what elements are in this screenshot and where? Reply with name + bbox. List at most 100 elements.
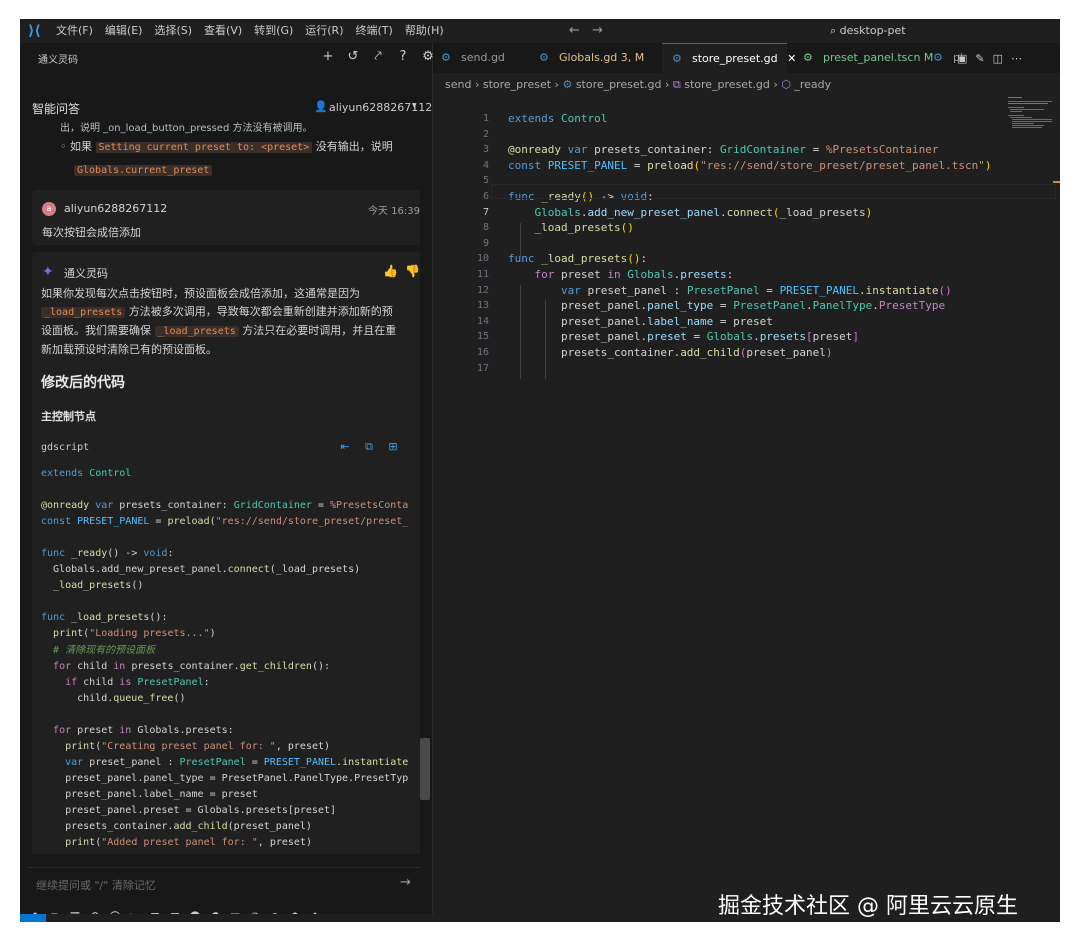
breadcrumb-item[interactable]: store_preset.gd bbox=[684, 78, 770, 91]
line-number: 4 bbox=[482, 159, 489, 171]
copy-icon[interactable]: ⧉ bbox=[363, 440, 375, 454]
code-line: preset_panel.label_name = preset bbox=[508, 314, 773, 328]
tab-label: send.gd bbox=[461, 51, 505, 64]
breadcrumb-item[interactable]: store_preset.gd bbox=[576, 78, 662, 91]
minimap-line bbox=[1008, 97, 1022, 98]
new-chat-icon[interactable]: + bbox=[320, 48, 336, 66]
minimap-line bbox=[1012, 121, 1052, 122]
message-time: 今天 16:39 bbox=[368, 206, 420, 217]
remote-indicator[interactable] bbox=[20, 914, 46, 922]
tab-preset-panel-tscn[interactable]: ⚙ preset_panel.tscn M bbox=[803, 43, 933, 73]
line-number: 7 bbox=[482, 206, 489, 218]
minimap-line bbox=[1012, 119, 1052, 120]
chat-scrollbar[interactable] bbox=[420, 738, 430, 800]
godot-file-icon: ⚙ bbox=[441, 51, 451, 64]
split-editor-icon[interactable]: ◫ bbox=[993, 52, 1003, 65]
answer-subheading: 主控制节点 bbox=[41, 410, 96, 423]
back-arrow-icon[interactable]: ← bbox=[569, 19, 580, 43]
code-line: for preset in Globals.presets: bbox=[534, 268, 734, 281]
line-number: 12 bbox=[476, 284, 489, 296]
panel-header: 通义灵码 + ↺ ⤤ ? ⚙ bbox=[20, 43, 434, 73]
breadcrumb-item[interactable]: send bbox=[445, 78, 471, 91]
current-line-highlight bbox=[491, 184, 1056, 199]
tab-label: store_preset.gd bbox=[692, 52, 778, 65]
chevron-right-icon: › bbox=[474, 78, 480, 91]
inline-code: _load_presets bbox=[41, 307, 126, 318]
previous-answer-line: 出，说明 _on_load_button_pressed 方法没有被调用。 bbox=[60, 123, 313, 134]
chevron-down-icon[interactable]: ▾ bbox=[412, 101, 417, 111]
assistant-message: ✦ 通义灵码 👍 👎 如果你发现每次点击按钮时，预设面板会成倍添加，这通常是因为… bbox=[32, 252, 420, 854]
insert-code-icon[interactable]: ⇤ bbox=[339, 440, 351, 454]
tab-globals-gd[interactable]: ⚙ Globals.gd 3, M bbox=[539, 43, 644, 73]
menu-file[interactable]: 文件(F) bbox=[56, 19, 93, 43]
panel-title: 通义灵码 bbox=[38, 55, 78, 66]
forward-arrow-icon[interactable]: → bbox=[592, 19, 603, 43]
vscode-window: ⟩⟨ 文件(F) 编辑(E) 选择(S) 查看(V) 转到(G) 运行(R) 终… bbox=[20, 19, 1060, 922]
watermark: 掘金技术社区 @ 阿里云云原生 bbox=[718, 894, 1018, 919]
more-actions-icon[interactable]: ⋯ bbox=[1011, 52, 1022, 65]
menu-help[interactable]: 帮助(H) bbox=[405, 19, 444, 43]
code-line: preset_panel.panel_type = PresetPanel.Pa… bbox=[508, 299, 946, 313]
menu-edit[interactable]: 编辑(E) bbox=[105, 19, 143, 43]
godot-file-icon: ⚙ bbox=[933, 51, 943, 64]
previous-answer-tail: 出，说明 _on_load_button_pressed 方法没有被调用。 ◦ … bbox=[20, 119, 420, 187]
menu-terminal[interactable]: 终端(T) bbox=[356, 19, 393, 43]
line-number: 17 bbox=[476, 362, 489, 374]
tongyi-logo-icon: ✦ bbox=[42, 264, 54, 280]
bullet-icon: ◦ bbox=[60, 140, 67, 153]
tab-label: preset_panel.tscn bbox=[823, 51, 921, 64]
code-block[interactable]: extends Control @onready var presets_con… bbox=[41, 466, 417, 851]
close-icon[interactable]: ✕ bbox=[787, 52, 796, 65]
new-file-icon[interactable]: ⊞ bbox=[387, 440, 399, 454]
run-scene-icon[interactable]: ▣ bbox=[957, 52, 967, 65]
editor-actions: ▣ ✎ ◫ ⋯ bbox=[957, 43, 1022, 73]
thumbs-up-icon[interactable]: 👍 bbox=[383, 264, 398, 278]
minimap[interactable] bbox=[1008, 97, 1054, 129]
minimap-line bbox=[1008, 115, 1024, 116]
line-number: 9 bbox=[482, 237, 489, 249]
minimap-line bbox=[1012, 123, 1034, 124]
bullet-text-prefix: 如果 bbox=[70, 140, 96, 153]
line-number: 8 bbox=[482, 222, 489, 234]
search-icon: ⌕ bbox=[830, 24, 837, 37]
previous-answer-bullet: ◦ 如果 Setting current preset to: <preset>… bbox=[60, 138, 393, 154]
code-line: func _load_presets(): bbox=[508, 252, 648, 266]
avatar: a bbox=[42, 202, 56, 216]
chat-history[interactable]: 出，说明 _on_load_button_pressed 方法没有被调用。 ◦ … bbox=[20, 119, 420, 854]
code-line: _load_presets() bbox=[534, 221, 634, 235]
minimap-line bbox=[1008, 103, 1048, 104]
command-center[interactable]: ⌕ desktop-pet bbox=[830, 19, 906, 43]
inline-code: Setting current preset to: <preset> bbox=[95, 142, 313, 153]
breadcrumb-item[interactable]: _ready bbox=[794, 78, 831, 91]
line-number: 16 bbox=[476, 347, 489, 358]
send-arrow-icon[interactable]: → bbox=[400, 875, 411, 890]
chevron-right-icon: › bbox=[554, 78, 559, 91]
editor-area: ⚙ send.gd ⚙ Globals.gd 3, M ⚙ store_preset.… bbox=[433, 43, 1060, 922]
thumbs-down-icon[interactable]: 👎 bbox=[405, 264, 420, 278]
message-author: aliyun6288267112 bbox=[64, 202, 168, 215]
menu-go[interactable]: 转到(G) bbox=[254, 19, 293, 43]
line-number: 1 bbox=[482, 113, 489, 124]
tab-store-preset-gd[interactable]: ⚙ store_preset.gd ✕ bbox=[662, 43, 796, 74]
inline-code: _load_presets bbox=[154, 326, 239, 337]
menu-selection[interactable]: 选择(S) bbox=[154, 19, 192, 43]
menu-run[interactable]: 运行(R) bbox=[305, 19, 343, 43]
line-number: 14 bbox=[476, 315, 489, 327]
code-line: @onready var presets_container: GridCont… bbox=[508, 143, 939, 157]
code-line: extends Control bbox=[508, 112, 608, 125]
help-icon[interactable]: ? bbox=[395, 48, 411, 66]
line-number: 5 bbox=[482, 175, 489, 187]
editor-tab-bar: ⚙ send.gd ⚙ Globals.gd 3, M ⚙ store_preset.… bbox=[433, 43, 1060, 74]
workspace-name: desktop-pet bbox=[839, 24, 906, 37]
tab-status: 3, M bbox=[620, 51, 645, 64]
share-icon[interactable]: ⤤ bbox=[370, 48, 386, 66]
tab-smart-qa[interactable]: 智能问答 bbox=[32, 100, 80, 117]
menu-bar: 文件(F) 编辑(E) 选择(S) 查看(V) 转到(G) 运行(R) 终端(T… bbox=[56, 19, 444, 43]
chat-input-box[interactable]: 继续提问或 "/" 清除记忆 → bbox=[28, 867, 420, 900]
history-icon[interactable]: ↺ bbox=[345, 48, 361, 66]
pin-icon[interactable]: ✎ bbox=[975, 52, 984, 65]
menu-view[interactable]: 查看(V) bbox=[204, 19, 242, 43]
breadcrumb-item[interactable]: store_preset bbox=[483, 78, 551, 91]
tab-send-gd[interactable]: ⚙ send.gd bbox=[441, 43, 505, 73]
breadcrumb: send › store_preset › ⚙ store_preset.gd … bbox=[445, 76, 831, 94]
